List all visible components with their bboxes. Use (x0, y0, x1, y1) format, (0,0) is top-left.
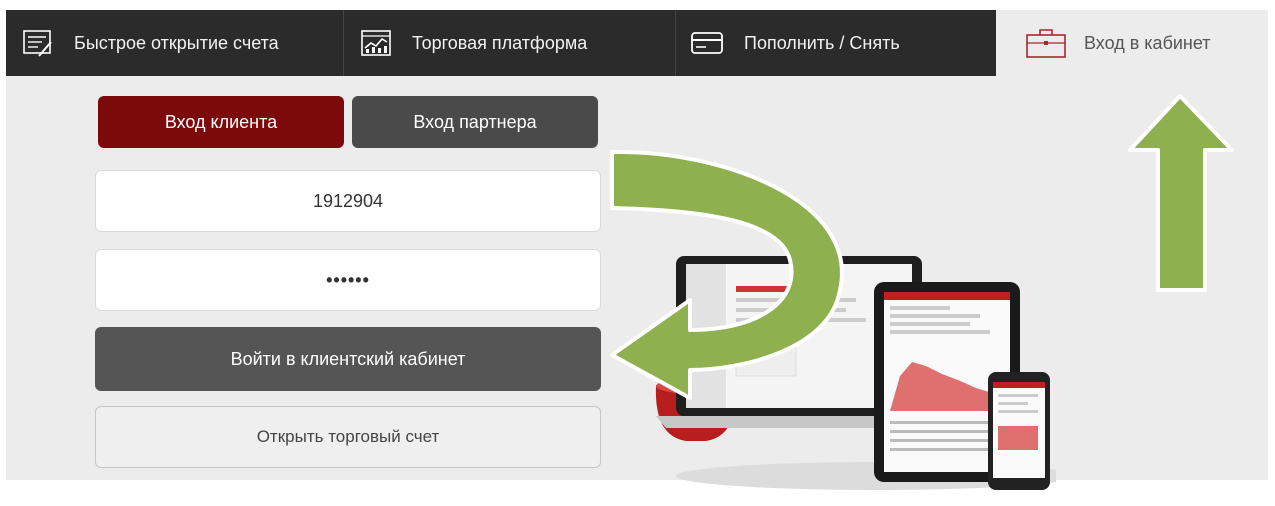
credit-card-icon (690, 28, 726, 58)
tab-cabinet-login[interactable]: Вход в кабинет (996, 10, 1268, 76)
partner-login-tab[interactable]: Вход партнера (352, 96, 598, 148)
chart-monitor-icon (358, 28, 394, 58)
devices-illustration (655, 256, 1056, 490)
open-trading-account-button[interactable]: Открыть торговый счет (95, 406, 601, 468)
top-navigation: Быстрое открытие счета Торговая платформ… (6, 10, 996, 76)
tab-deposit-withdraw[interactable]: Пополнить / Снять (676, 10, 996, 76)
tab-label: Вход в кабинет (1084, 32, 1211, 53)
login-panel: Вход клиента Вход партнера 1912904 •••••… (6, 76, 1268, 490)
login-input[interactable]: 1912904 (95, 170, 601, 232)
tab-label: Торговая платформа (412, 32, 588, 53)
tab-label: Пополнить / Снять (744, 32, 900, 53)
tab-quick-account-opening[interactable]: Быстрое открытие счета (6, 10, 344, 76)
client-login-tab[interactable]: Вход клиента (98, 96, 344, 148)
submit-login-button[interactable]: Войти в клиентский кабинет (95, 327, 601, 391)
tab-trading-platform[interactable]: Торговая платформа (344, 10, 676, 76)
document-pen-icon (20, 28, 56, 58)
briefcase-icon (1024, 26, 1068, 60)
tab-label: Быстрое открытие счета (74, 32, 279, 53)
password-input[interactable]: •••••• (95, 249, 601, 311)
